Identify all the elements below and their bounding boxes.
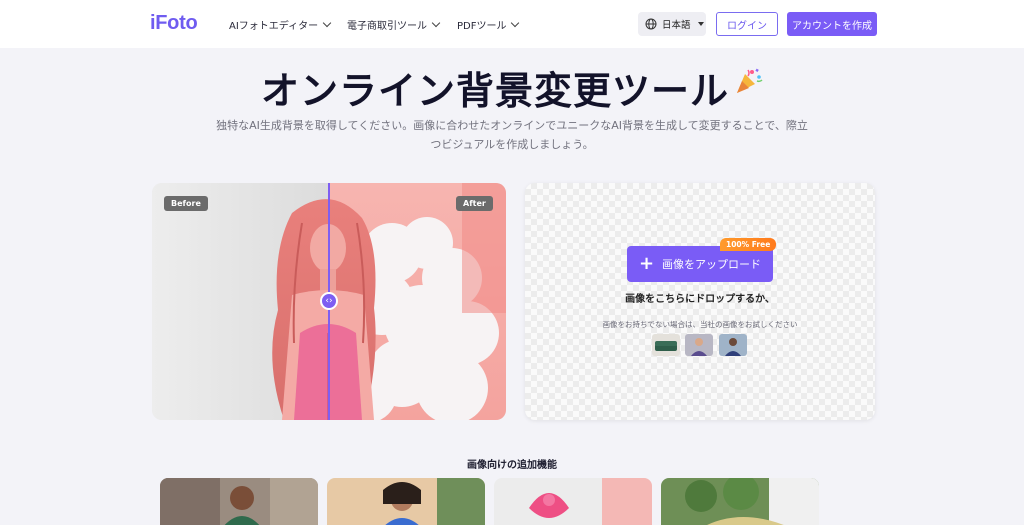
upload-image-label: 画像をアップロード	[662, 258, 762, 271]
slider-handle-icon[interactable]: ‹›	[320, 292, 338, 310]
free-badge: 100% Free	[720, 238, 777, 251]
nav-ai-photo-editor-label: AIフォトエディター	[229, 21, 319, 32]
sample-images-hint: 画像をお持ちでない場合は、当社の画像をお試しください	[602, 320, 798, 329]
after-label: After	[456, 196, 493, 211]
globe-icon	[645, 18, 657, 30]
plus-icon: +	[638, 253, 655, 274]
upload-panel[interactable]: + 画像をアップロード 100% Free 画像をこちらにドロップするか、 画像…	[525, 183, 875, 420]
drop-instruction: 画像をこちらにドロップするか、	[625, 294, 775, 305]
party-popper-icon	[737, 68, 763, 93]
nav-pdf-tools-label: PDFツール	[457, 21, 507, 32]
chevron-down-icon	[431, 18, 441, 28]
feature-card-2[interactable]	[327, 478, 485, 525]
upload-image-button[interactable]: + 画像をアップロード	[627, 246, 773, 282]
feature-card-2-image	[327, 478, 485, 525]
chevron-down-icon	[322, 18, 332, 28]
language-selector[interactable]: 日本語	[638, 12, 706, 36]
nav-ecommerce-tools-label: 電子商取引ツール	[347, 21, 427, 32]
before-label: Before	[164, 196, 208, 211]
feature-card-3-image	[494, 478, 652, 525]
page-title: オンライン背景変更ツール	[0, 60, 1024, 115]
top-navigation-bar: iFoto AIフォトエディター 電子商取引ツール PDFツール 日本語 ログイ…	[0, 0, 1024, 48]
nav-pdf-tools[interactable]: PDFツール	[457, 17, 520, 32]
caret-down-icon	[697, 22, 704, 26]
feature-card-4[interactable]	[661, 478, 819, 525]
login-button[interactable]: ログイン	[716, 12, 778, 36]
feature-card-4-image	[661, 478, 819, 525]
sample-image-woman[interactable]	[685, 334, 713, 356]
create-account-button[interactable]: アカウントを作成	[787, 12, 877, 36]
sample-image-sofa[interactable]	[652, 334, 680, 356]
chevron-down-icon	[511, 18, 520, 28]
sample-image-person[interactable]	[719, 334, 747, 356]
feature-card-1-image	[160, 478, 318, 525]
sofa-thumbnail	[652, 334, 680, 356]
woman-thumbnail	[685, 334, 713, 356]
before-after-comparison[interactable]: Before After ‹›	[152, 183, 506, 420]
additional-features-heading: 画像向けの追加機能	[467, 460, 557, 471]
feature-card-3[interactable]	[494, 478, 652, 525]
language-label: 日本語	[662, 20, 691, 31]
nav-ai-photo-editor[interactable]: AIフォトエディター	[229, 17, 332, 32]
person-thumbnail	[719, 334, 747, 356]
page-title-text: オンライン背景変更ツール	[260, 69, 729, 113]
page-subtitle: 独特なAI生成背景を取得してください。画像に合わせたオンラインでユニークなAI背…	[216, 119, 808, 151]
ifoto-logo[interactable]: iFoto	[150, 12, 198, 35]
feature-card-1[interactable]	[160, 478, 318, 525]
nav-ecommerce-tools[interactable]: 電子商取引ツール	[347, 17, 441, 32]
